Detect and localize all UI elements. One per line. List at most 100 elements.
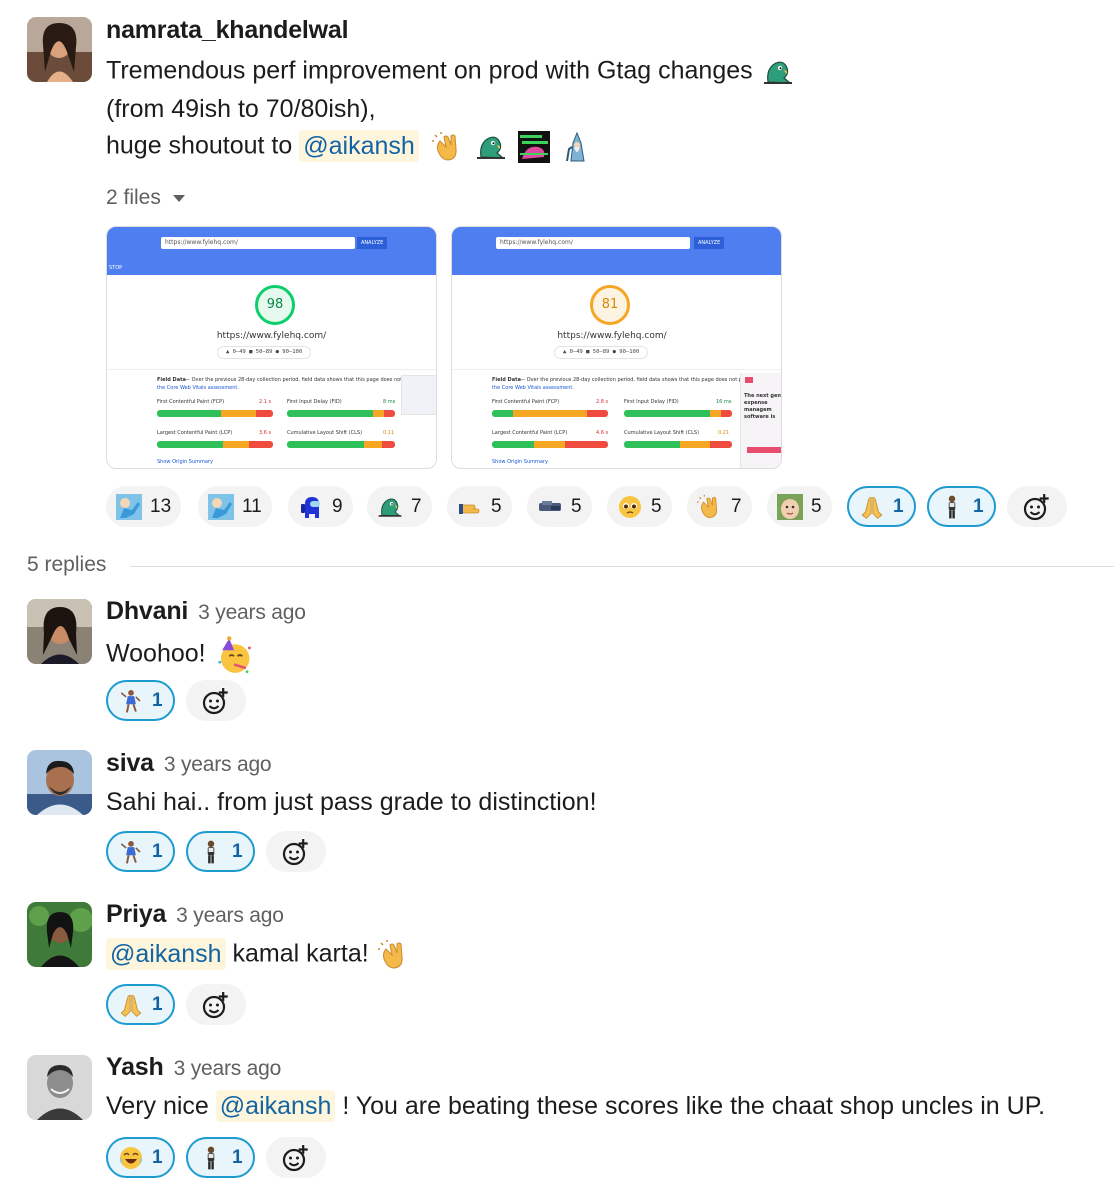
reaction-pill[interactable]: 5	[607, 486, 672, 527]
score-legend: ▲ 0–49 ■ 50–89 ● 90–100	[217, 346, 312, 359]
reply-text-content: kamal karta!	[232, 939, 369, 968]
reply-text-content: Woohoo!	[106, 639, 206, 668]
reaction-pill[interactable]: 13	[106, 486, 182, 527]
author-name[interactable]: Priya 3 years ago	[106, 900, 284, 929]
reaction-pill[interactable]: 5	[767, 486, 832, 527]
reaction-pill[interactable]: 1	[927, 486, 996, 527]
reaction-pill[interactable]: 7	[687, 486, 752, 527]
reaction-pill[interactable]: 5	[447, 486, 512, 527]
reply-text-prefix: Very nice	[106, 1092, 209, 1120]
metric-bar	[287, 410, 395, 417]
reaction-count: 7	[411, 495, 422, 517]
wizard-icon	[565, 131, 585, 162]
reaction-pill[interactable]: 1	[186, 1137, 255, 1178]
divider	[107, 369, 436, 370]
metric-bar	[492, 441, 608, 448]
reaction-pill[interactable]: 1	[847, 486, 916, 527]
avatar-namrata[interactable]	[27, 17, 92, 82]
add-reaction-icon	[201, 686, 231, 716]
parrot-icon	[762, 56, 794, 88]
reply-text: Very nice @aikansh ! You are beating the…	[106, 1090, 1045, 1122]
standing-person-icon	[207, 1146, 215, 1169]
folded-hands-icon	[861, 496, 883, 519]
avatar-siva[interactable]	[27, 750, 92, 815]
metric-name: Cumulative Layout Shift (CLS)	[624, 430, 700, 436]
site-label: https://www.fylehq.com/	[216, 331, 327, 341]
dancer-icon	[120, 688, 141, 713]
reaction-count: 5	[571, 495, 582, 517]
add-reaction-button[interactable]	[266, 831, 326, 872]
reaction-pill[interactable]: 1	[106, 680, 175, 721]
author-name[interactable]: namrata_khandelwal	[106, 16, 349, 45]
among-us-icon	[301, 496, 320, 518]
score-gauge: 81	[590, 285, 630, 325]
reaction-pill[interactable]: 7	[367, 486, 432, 527]
metric-bar	[492, 410, 608, 417]
add-reaction-icon	[281, 1143, 311, 1173]
avatar-dhvani[interactable]	[27, 599, 92, 664]
avatar-yash[interactable]	[27, 1055, 92, 1120]
author-name[interactable]: Yash 3 years ago	[106, 1053, 281, 1082]
author-name[interactable]: siva 3 years ago	[106, 749, 272, 778]
add-reaction-button[interactable]	[186, 680, 246, 721]
caret-down-icon	[172, 194, 185, 202]
standing-person-icon	[948, 495, 956, 518]
blur-icon	[539, 500, 561, 511]
reaction-count: 1	[152, 689, 163, 711]
reaction-count: 7	[731, 495, 742, 517]
ad-logo	[745, 377, 753, 383]
origin-summary-link: Show Origin Summary	[157, 459, 213, 465]
metric-name: First Contentful Paint (FCP)	[157, 399, 225, 405]
mention-aikansh[interactable]: @aikansh	[106, 937, 226, 970]
reaction-count: 5	[491, 495, 502, 517]
add-reaction-icon	[281, 837, 311, 867]
analyze-button: ANALYZE	[357, 237, 388, 249]
reaction-pill[interactable]: 9	[288, 486, 353, 527]
field-data-desc: — Over the previous 28-day collection pe…	[185, 377, 416, 383]
timestamp[interactable]: 3 years ago	[198, 601, 306, 624]
metric-bar	[157, 441, 273, 448]
blue-man-icon	[208, 493, 234, 520]
timestamp[interactable]: 3 years ago	[176, 904, 284, 927]
url-field: https://www.fylehq.com/	[496, 237, 690, 249]
attachment-thumbnail-2[interactable]: https://www.fylehq.com/ ANALYZE 81 https…	[451, 226, 782, 469]
metric-name: Largest Contentful Paint (LCP)	[157, 430, 233, 436]
metric-name: Largest Contentful Paint (LCP)	[492, 430, 568, 436]
timestamp[interactable]: 3 years ago	[164, 753, 272, 776]
avatar-priya[interactable]	[27, 902, 92, 967]
author-label: siva	[106, 749, 154, 777]
mention-aikansh[interactable]: @aikansh	[215, 1090, 336, 1122]
timestamp[interactable]: 3 years ago	[174, 1057, 282, 1080]
mention-aikansh[interactable]: @aikansh	[299, 129, 419, 162]
score-gauge: 98	[255, 285, 295, 325]
pointing-hand-icon	[459, 503, 480, 514]
reaction-count: 9	[332, 495, 343, 517]
reaction-count: 5	[811, 495, 822, 517]
baby-face-icon	[777, 493, 803, 520]
parrot-icon	[475, 131, 507, 163]
reaction-count: 1	[232, 1146, 243, 1168]
cwv-text: the Core Web Vitals assessment.	[157, 385, 239, 391]
ad-text: The next gen expense managem software is	[744, 393, 781, 420]
reaction-count: 1	[152, 840, 163, 862]
author-name[interactable]: Dhvani 3 years ago	[106, 597, 306, 626]
reaction-count: 1	[152, 1146, 163, 1168]
add-reaction-button[interactable]	[186, 984, 246, 1025]
add-reaction-button[interactable]	[266, 1137, 326, 1178]
reaction-pill[interactable]: 1	[106, 984, 175, 1025]
files-toggle[interactable]: 2 files	[106, 186, 185, 210]
glitch-parrot-icon	[517, 131, 550, 163]
reaction-pill[interactable]: 5	[527, 486, 592, 527]
attachment-thumbnail-1[interactable]: https://www.fylehq.com/ ANALYZE STOP 98 …	[106, 226, 437, 469]
reaction-pill[interactable]: 11	[198, 486, 272, 527]
analyze-button: ANALYZE	[694, 237, 725, 249]
reaction-pill[interactable]: 1	[106, 831, 175, 872]
metric-value: 2.1 s	[259, 399, 272, 405]
laughing-icon	[120, 1146, 142, 1169]
add-reaction-icon	[1022, 492, 1052, 522]
cwv-text: the Core Web Vitals assessment.	[492, 385, 574, 391]
field-data-desc: — Over the previous 28-day collection pe…	[520, 377, 751, 383]
reaction-pill[interactable]: 1	[106, 1137, 175, 1178]
add-reaction-button[interactable]	[1007, 486, 1067, 527]
reaction-pill[interactable]: 1	[186, 831, 255, 872]
